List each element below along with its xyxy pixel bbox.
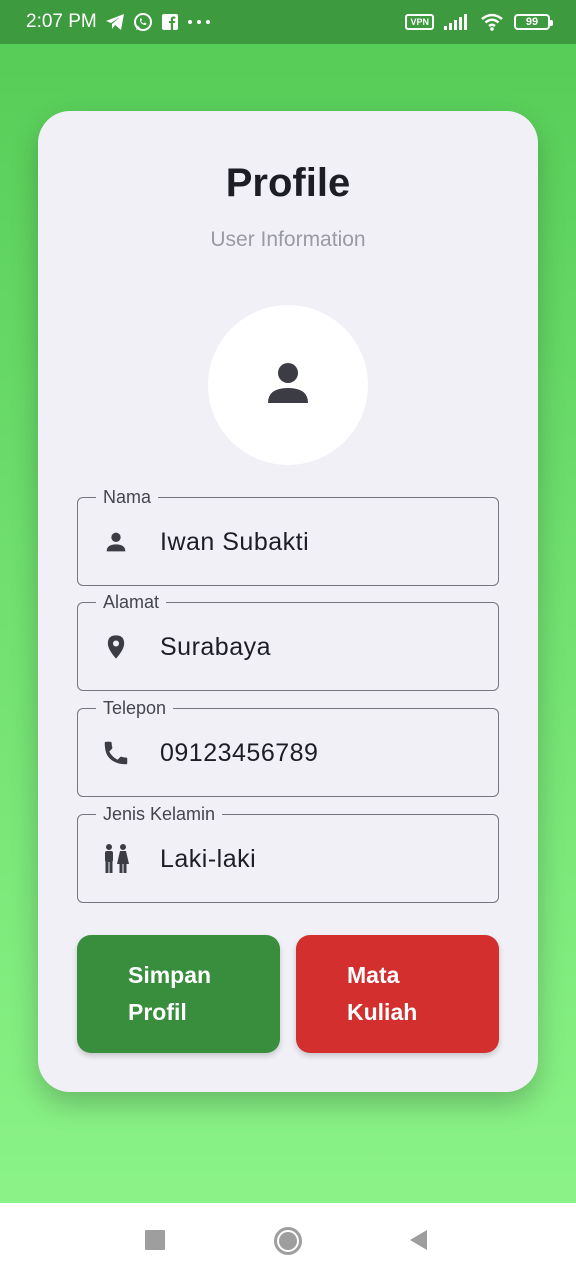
address-field[interactable]: Alamat Surabaya bbox=[77, 590, 499, 691]
courses-line2: Kuliah bbox=[347, 999, 418, 1025]
save-profile-button[interactable]: Simpan Profil bbox=[77, 935, 280, 1053]
status-bar: 2:07 PM VPN 99 bbox=[0, 0, 576, 44]
gender-field[interactable]: Jenis Kelamin Laki-laki bbox=[77, 802, 499, 903]
vpn-badge: VPN bbox=[405, 14, 434, 30]
whatsapp-icon bbox=[133, 12, 153, 32]
address-field-value: Surabaya bbox=[160, 633, 272, 661]
courses-button[interactable]: Mata Kuliah bbox=[296, 935, 499, 1053]
gender-field-value: Laki-laki bbox=[160, 845, 257, 873]
person-icon bbox=[258, 353, 318, 418]
address-field-label: Alamat bbox=[96, 590, 167, 614]
signal-icon bbox=[444, 14, 470, 30]
phone-field-label: Telepon bbox=[96, 696, 174, 720]
status-right: VPN 99 bbox=[405, 13, 553, 31]
courses-label: Mata Kuliah bbox=[347, 957, 417, 1031]
profile-card: Profile User Information Nama Iwan Subak… bbox=[38, 111, 538, 1092]
status-left: 2:07 PM bbox=[26, 11, 211, 33]
name-field-value: Iwan Subakti bbox=[160, 528, 310, 556]
location-pin-icon bbox=[100, 631, 132, 663]
gender-field-label: Jenis Kelamin bbox=[96, 802, 223, 826]
more-dots-icon bbox=[187, 19, 211, 25]
phone-icon bbox=[100, 737, 132, 769]
wifi-icon bbox=[480, 13, 504, 31]
avatar bbox=[208, 305, 368, 465]
status-time: 2:07 PM bbox=[26, 11, 97, 32]
back-triangle-icon[interactable] bbox=[403, 1225, 433, 1255]
save-profile-line1: Simpan bbox=[128, 962, 212, 988]
page-subtitle: User Information bbox=[210, 228, 366, 251]
recents-square-icon[interactable] bbox=[140, 1225, 170, 1255]
courses-line1: Mata bbox=[347, 962, 400, 988]
phone-field[interactable]: Telepon 09123456789 bbox=[77, 696, 499, 797]
save-profile-label: Simpan Profil bbox=[128, 957, 211, 1031]
page-title: Profile bbox=[225, 161, 351, 205]
save-profile-line2: Profil bbox=[128, 999, 187, 1025]
facebook-icon bbox=[161, 13, 179, 31]
name-field-label: Nama bbox=[96, 485, 159, 509]
phone-field-value: 09123456789 bbox=[160, 739, 319, 767]
gender-icon bbox=[100, 843, 132, 875]
home-circle-icon[interactable] bbox=[272, 1225, 304, 1257]
battery-indicator: 99 bbox=[514, 14, 553, 30]
telegram-icon bbox=[105, 13, 125, 31]
person-icon bbox=[100, 526, 132, 558]
name-field[interactable]: Nama Iwan Subakti bbox=[77, 485, 499, 586]
navigation-bar bbox=[0, 1203, 576, 1280]
